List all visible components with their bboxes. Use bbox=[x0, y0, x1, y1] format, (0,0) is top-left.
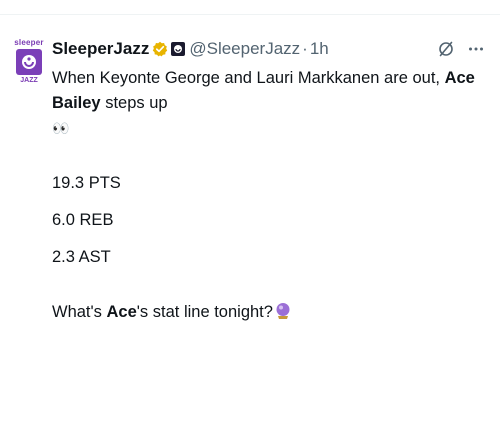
avatar-column: sleeper JAZZ bbox=[14, 38, 48, 440]
avatar-logo-icon bbox=[22, 55, 36, 69]
verified-badge-icon[interactable] bbox=[152, 41, 168, 57]
more-icon[interactable] bbox=[466, 39, 486, 59]
question-text-pre: What's bbox=[52, 303, 107, 321]
grok-icon[interactable] bbox=[436, 39, 456, 59]
tweet-header: SleeperJazz @SleeperJazz · 1h bbox=[52, 38, 486, 60]
avatar[interactable]: sleeper JAZZ bbox=[14, 38, 44, 118]
crystal-ball-emoji bbox=[276, 303, 290, 319]
avatar-bottom-text: JAZZ bbox=[20, 77, 38, 84]
question-line: What's Ace's stat line tonight? bbox=[52, 300, 486, 325]
line1-text-post: steps up bbox=[100, 94, 168, 112]
tweet[interactable]: sleeper JAZZ SleeperJazz @SleeperJazz · … bbox=[0, 0, 500, 440]
tweet-text: When Keyonte George and Lauri Markkanen … bbox=[52, 66, 486, 325]
header-actions bbox=[436, 39, 486, 59]
question-text-post: 's stat line tonight? bbox=[136, 303, 273, 321]
eyes-emoji: 👀 bbox=[52, 120, 71, 136]
line1-text-pre: When Keyonte George and Lauri Markkanen … bbox=[52, 69, 445, 87]
question-player: Ace bbox=[106, 303, 137, 321]
stat-assists: 2.3 AST bbox=[52, 248, 111, 266]
stat-rebounds: 6.0 REB bbox=[52, 211, 114, 229]
tweet-line-1: When Keyonte George and Lauri Markkanen … bbox=[52, 66, 486, 116]
display-name[interactable]: SleeperJazz bbox=[52, 39, 149, 59]
separator-dot: · bbox=[302, 39, 308, 58]
timestamp[interactable]: 1h bbox=[310, 39, 329, 59]
stat-points: 19.3 PTS bbox=[52, 174, 121, 192]
top-divider bbox=[0, 0, 500, 15]
user-handle[interactable]: @SleeperJazz bbox=[189, 39, 300, 59]
tweet-content: SleeperJazz @SleeperJazz · 1h When Keyon… bbox=[52, 38, 486, 440]
avatar-logo bbox=[16, 49, 42, 75]
affiliate-badge-icon[interactable] bbox=[171, 42, 186, 56]
avatar-top-text: sleeper bbox=[14, 38, 44, 47]
